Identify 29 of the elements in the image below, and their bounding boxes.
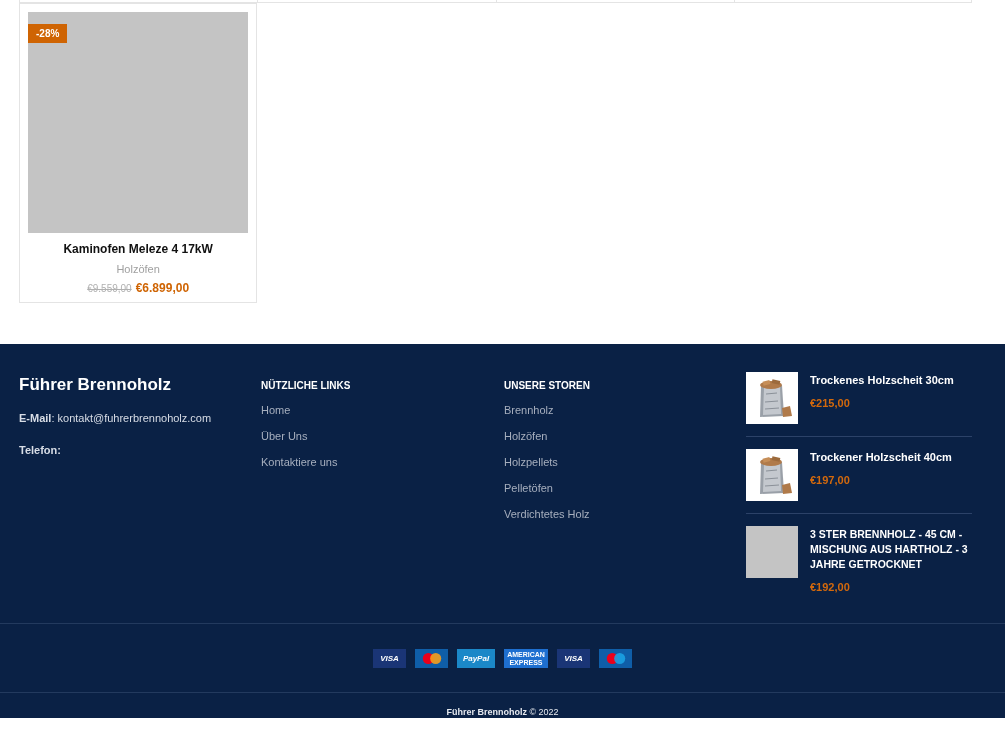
- image-placeholder: [746, 526, 798, 578]
- card-label: PayPal: [462, 654, 490, 663]
- product-name[interactable]: Trockenes Holzscheit 30cm: [810, 373, 954, 388]
- footer-link[interactable]: Holzöfen: [504, 430, 548, 442]
- footer-link[interactable]: Kontaktiere uns: [261, 456, 338, 468]
- card-label: VISA: [564, 655, 583, 662]
- product-name[interactable]: Trockener Holzscheit 40cm: [810, 450, 952, 465]
- footer-link[interactable]: Pelletöfen: [504, 482, 553, 494]
- price: €197,00: [810, 474, 850, 486]
- email-text: E-Mail: kontakt@fuhrerbrennoholz.com: [19, 412, 212, 424]
- product-card[interactable]: -28% Kaminofen Meleze 4 17kW Holzöfen €9.559,00 €6.899,00: [19, 3, 258, 303]
- copyright-text: Führer Brennoholz © 2022: [446, 707, 559, 718]
- footer-link[interactable]: Über Uns: [261, 430, 308, 442]
- product-name[interactable]: 3 STER BRENNHOLZ - 45 CM - MISCHUNG AUS HARTHOLZ - 3 JAHRE GETROCKNET: [810, 527, 972, 572]
- price: €6.899,00: [135, 281, 190, 295]
- footer-link[interactable]: Verdichtetes Holz: [504, 508, 590, 520]
- card-label: VISA: [380, 655, 399, 662]
- footer-link[interactable]: Brennholz: [504, 404, 554, 416]
- product-name[interactable]: Kaminofen Meleze 4 17kW: [63, 242, 213, 256]
- discount-badge: -28%: [28, 24, 68, 43]
- column-heading: UNSERE STOREN: [504, 380, 590, 391]
- footer-link[interactable]: Home: [261, 404, 291, 416]
- footer-link[interactable]: Holzpellets: [504, 456, 558, 468]
- column-heading: NÜTZLICHE LINKS: [261, 380, 351, 391]
- old-price: €9.559,00: [87, 283, 132, 294]
- footer-brand: Führer Brennoholz: [19, 375, 172, 395]
- phone-label: Telefon:: [19, 444, 61, 456]
- price: €192,00: [810, 581, 850, 593]
- price: €215,00: [810, 397, 850, 409]
